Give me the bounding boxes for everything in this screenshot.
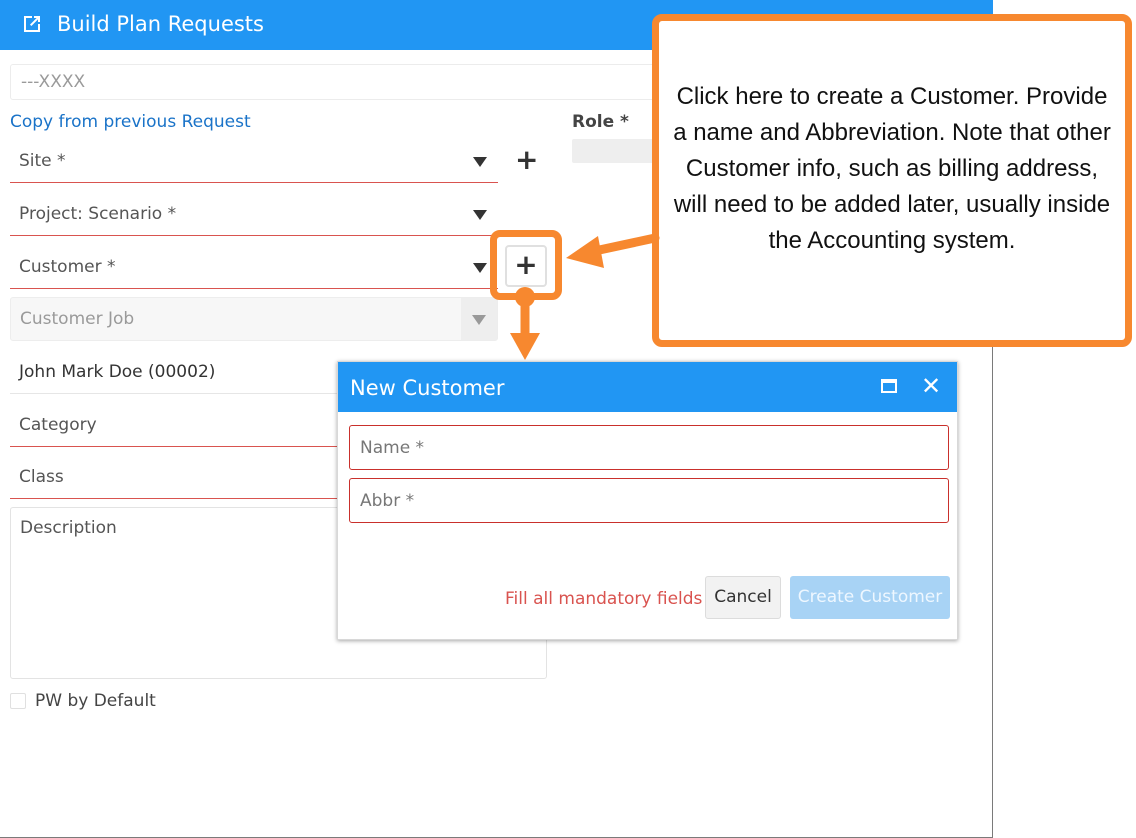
close-icon[interactable]: ✕ [921, 374, 941, 398]
class-label: Class [19, 467, 64, 487]
panel-title: Build Plan Requests [57, 12, 264, 36]
new-customer-dialog: New Customer ✕ Name * Abbr * Fill all ma… [337, 361, 958, 640]
callout-text: Click here to create a Customer. Provide… [673, 83, 1111, 254]
category-label: Category [19, 415, 97, 435]
validation-message: Fill all mandatory fields [505, 589, 703, 609]
customer-select[interactable]: Customer * [10, 245, 498, 289]
description-label: Description [20, 518, 117, 538]
customer-abbr-input[interactable]: Abbr * [349, 478, 949, 523]
category-select[interactable]: Category [10, 403, 340, 447]
site-label: Site * [19, 151, 66, 171]
role-input[interactable] [572, 139, 662, 163]
chevron-down-icon[interactable] [473, 210, 487, 220]
external-link-icon[interactable] [20, 12, 44, 36]
customer-label: Customer * [19, 257, 116, 277]
highlight-box [490, 230, 562, 300]
customer-job-label: Customer Job [20, 309, 135, 329]
project-label: Project: Scenario * [19, 204, 177, 224]
customer-name-input[interactable]: Name * [349, 425, 949, 470]
callout-box: Click here to create a Customer. Provide… [652, 14, 1132, 347]
class-select[interactable]: Class [10, 455, 340, 499]
add-site-button[interactable]: + [515, 146, 538, 174]
pw-default-label: PW by Default [35, 691, 156, 711]
request-number-input[interactable]: ---XXXX [10, 64, 710, 100]
pw-default-checkbox[interactable] [10, 693, 26, 709]
maximize-icon[interactable] [881, 379, 897, 393]
site-select[interactable]: Site * [10, 139, 498, 183]
create-customer-button[interactable]: Create Customer [790, 576, 950, 619]
cancel-button[interactable]: Cancel [705, 576, 781, 619]
role-label: Role * [572, 112, 629, 132]
dialog-title: New Customer [350, 376, 505, 400]
project-select[interactable]: Project: Scenario * [10, 192, 498, 236]
abbr-placeholder: Abbr * [360, 491, 415, 511]
requester-name: John Mark Doe (00002) [19, 362, 216, 382]
customer-job-select[interactable]: Customer Job [10, 297, 498, 341]
dropdown-toggle[interactable] [461, 298, 497, 340]
copy-previous-link[interactable]: Copy from previous Request [10, 110, 251, 134]
chevron-down-icon[interactable] [473, 263, 487, 273]
name-placeholder: Name * [360, 438, 425, 458]
chevron-down-icon [472, 315, 486, 325]
chevron-down-icon[interactable] [473, 157, 487, 167]
dialog-header: New Customer ✕ [338, 362, 957, 412]
